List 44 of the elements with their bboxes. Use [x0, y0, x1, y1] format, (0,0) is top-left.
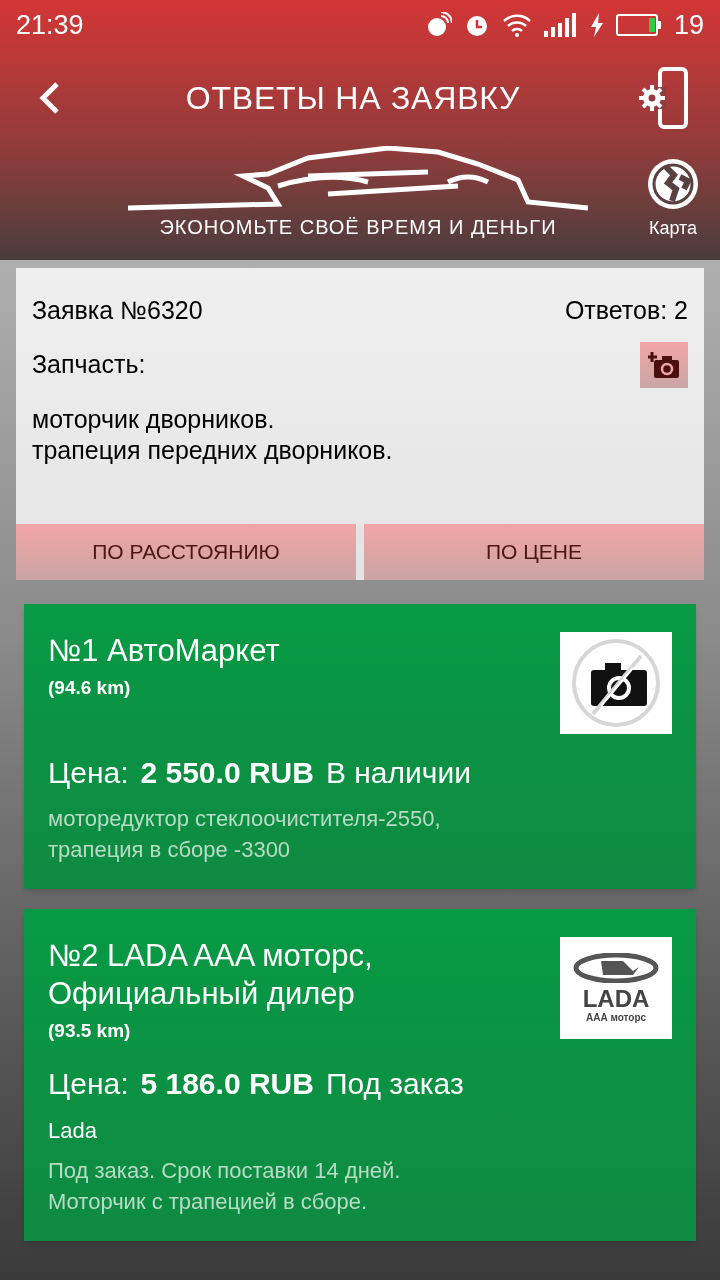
wifi-icon [501, 13, 532, 37]
screen-title: ОТВЕТЫ НА ЗАЯВКУ [185, 79, 521, 118]
offer-comment: трапеция в сборе -3300 [48, 835, 292, 864]
brand-text: Lada [48, 1117, 98, 1145]
offer-title: №2 LADA AAA моторс, Официальный дилер [48, 936, 374, 1013]
back-icon [39, 81, 61, 115]
offer-card[interactable]: №1 АвтоМаркет (94.6 km) Цена: 2 550.0 RUB В наличии моторедуктор стеклоочистителя-2550, трапеция в сборе -3300 [24, 603, 696, 889]
sort-button[interactable]: ПО РАССТОЯНИЮ [16, 523, 356, 580]
availability-text: Под заказ [325, 1066, 464, 1102]
charging-icon [589, 13, 604, 37]
offer-distance: (93.5 km) [48, 1018, 132, 1043]
battery-icon [615, 14, 662, 36]
signal-icon [543, 13, 578, 37]
logo-brand-text: LADA [582, 986, 650, 1011]
no-photo-icon [571, 637, 661, 728]
logo-subtitle: ААА моторс [585, 1012, 647, 1023]
satellite-icon [425, 12, 452, 38]
price-value: 5 186.0 RUB [140, 1066, 314, 1102]
clock-text: 21:39 [16, 8, 84, 42]
add-photo-button[interactable] [640, 341, 688, 388]
answers-count: Ответов: 2 [564, 295, 688, 326]
offer-distance: (94.6 km) [48, 675, 132, 700]
price-label: Цена: [48, 1066, 129, 1102]
settings-button[interactable] [638, 66, 688, 130]
part-label: Запчасть: [32, 348, 146, 380]
boat-emblem-icon [573, 952, 659, 983]
offer-comment: моторедуктор стеклоочистителя-2550, [48, 804, 442, 833]
request-number: Заявка №6320 [32, 295, 203, 326]
availability-text: В наличии [325, 754, 471, 791]
part-text: моторчик дворников. [32, 403, 276, 435]
offer-card[interactable]: №2 LADA AAA моторс, Официальный дилер (93.5 km) LADA ААА моторс Цена: 5 186.0 RUB Под заказ Lada Под заказ. Срок поставки 14 дней. Моторчик с трапецией в сборе. [24, 908, 696, 1241]
offer-comment: Под заказ. Срок поставки 14 дней. [48, 1157, 402, 1185]
phone-settings-icon [638, 67, 688, 129]
globe-icon [646, 157, 700, 211]
slogan-text: ЭКОНОМЬТЕ СВОЁ ВРЕМЯ И ДЕНЬГИ [159, 215, 557, 240]
price-value: 2 550.0 RUB [140, 754, 314, 791]
price-label: Цена: [48, 754, 129, 791]
part-text: трапеция передних дворников. [32, 434, 394, 466]
sort-button[interactable]: ПО ЦЕНЕ [364, 523, 704, 580]
battery-percent: 19 [673, 8, 704, 42]
offer-title: №1 АвтоМаркет [48, 631, 280, 670]
add-photo-icon [648, 349, 680, 380]
map-button[interactable]: Карта [646, 157, 700, 242]
offer-comment: Моторчик с трапецией в сборе. [48, 1188, 369, 1216]
